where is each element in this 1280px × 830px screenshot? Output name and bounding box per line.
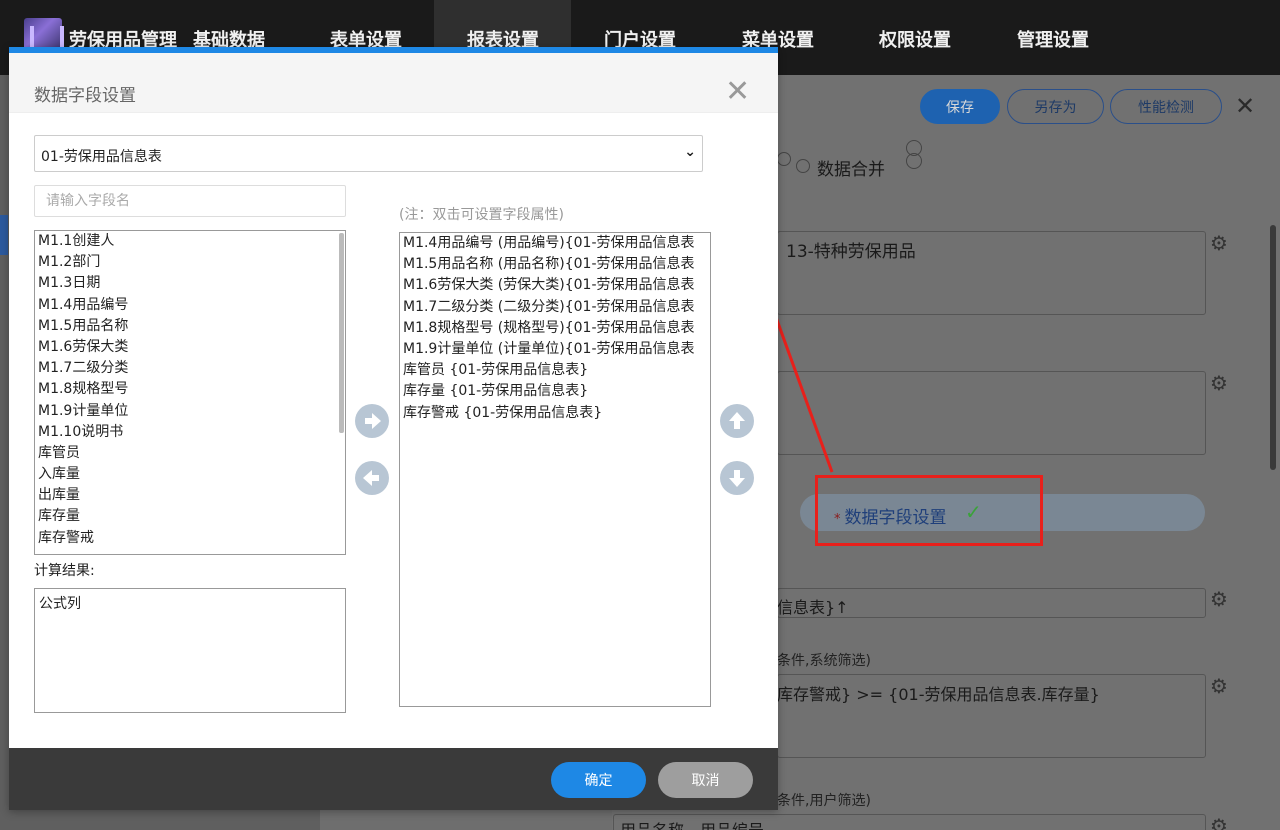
arrow-right-icon (365, 413, 381, 429)
cancel-button[interactable]: 取消 (658, 762, 753, 798)
list-item[interactable]: M1.2部门 (35, 252, 345, 273)
list-item[interactable]: 库存量 {01-劳保用品信息表} (400, 381, 710, 402)
radio-data-merge-label: 数据合并 (817, 160, 885, 180)
list-item[interactable]: M1.8规格型号 (35, 379, 345, 400)
gear-icon[interactable]: ⚙ (1210, 231, 1228, 255)
table-select-value: 01-劳保用品信息表 (41, 149, 162, 165)
calc-result-label: 计算结果: (34, 563, 95, 579)
move-down-button[interactable] (720, 461, 754, 495)
field-search-input[interactable] (34, 185, 346, 217)
move-right-button[interactable] (355, 404, 389, 438)
list-item[interactable]: M1.4用品编号 (用品编号){01-劳保用品信息表 (400, 233, 710, 254)
available-fields-items: M1.1创建人 M1.2部门 M1.3日期 M1.4用品编号 M1.5用品名称 … (35, 231, 345, 549)
list-scrollbar[interactable] (339, 233, 344, 433)
double-click-note: (注：双击可设置字段属性) (399, 207, 564, 223)
list-item[interactable]: M1.4用品编号 (35, 295, 345, 316)
chevron-down-icon: ⌄ (684, 144, 696, 160)
list-item[interactable]: M1.8规格型号 (规格型号){01-劳保用品信息表 (400, 318, 710, 339)
save-button[interactable]: 保存 (920, 89, 1000, 124)
field1-value: 13-特种劳保用品 (786, 242, 916, 262)
system-filter-label: 条件,系统筛选) (777, 653, 871, 669)
nav-item-admin-settings[interactable]: 管理设置 (1017, 26, 1089, 52)
formula-list[interactable]: 公式列 (34, 588, 346, 713)
gear-icon[interactable]: ⚙ (1210, 674, 1228, 698)
list-item[interactable]: M1.7二级分类 (35, 358, 345, 379)
dialog-header: 数据字段设置 ✕ (9, 53, 778, 113)
arrow-left-icon (363, 470, 379, 486)
arrow-up-icon (729, 412, 745, 429)
selected-fields-list[interactable]: M1.4用品编号 (用品编号){01-劳保用品信息表 M1.5用品名称 (用品名… (399, 232, 711, 707)
radio-option[interactable] (777, 152, 791, 166)
list-item[interactable]: 库存量 (35, 506, 345, 527)
gear-icon[interactable]: ⚙ (1210, 587, 1228, 611)
page-scrollbar[interactable] (1270, 225, 1276, 470)
available-fields-list[interactable]: M1.1创建人 M1.2部门 M1.3日期 M1.4用品编号 M1.5用品名称 … (34, 230, 346, 555)
list-item[interactable]: M1.5用品名称 (用品名称){01-劳保用品信息表 (400, 254, 710, 275)
list-item[interactable]: M1.9计量单位 (计量单位){01-劳保用品信息表 (400, 339, 710, 360)
user-filter-value: 用品名称，用品编号 (620, 817, 764, 830)
annotation-highlight-box (815, 475, 1043, 546)
close-icon[interactable]: ✕ (1235, 92, 1255, 120)
move-up-button[interactable] (720, 404, 754, 438)
sidebar-active-marker (0, 215, 8, 255)
data-field-settings-dialog: 数据字段设置 ✕ 01-劳保用品信息表 ⌄ (注：双击可设置字段属性) M1.1… (9, 47, 778, 810)
list-item[interactable]: M1.10说明书 (35, 422, 345, 443)
list-item[interactable]: M1.6劳保大类 (劳保大类){01-劳保用品信息表 (400, 275, 710, 296)
list-item[interactable]: 库存警戒 {01-劳保用品信息表} (400, 403, 710, 424)
list-item[interactable]: 入库量 (35, 464, 345, 485)
nav-item-permission-settings[interactable]: 权限设置 (879, 26, 951, 52)
arrow-down-icon (729, 470, 745, 487)
user-filter-label: 条件,用户筛选) (777, 793, 871, 809)
performance-check-button[interactable]: 性能检测 (1110, 89, 1222, 124)
list-item[interactable]: 公式列 (39, 593, 81, 613)
gear-icon[interactable]: ⚙ (1210, 371, 1228, 395)
system-filter-value: 库存警戒} >= {01-劳保用品信息表.库存量} (777, 685, 1100, 704)
list-item[interactable]: M1.1创建人 (35, 231, 345, 252)
close-icon[interactable]: ✕ (725, 77, 750, 107)
list-item[interactable]: M1.9计量单位 (35, 401, 345, 422)
list-item[interactable]: 库管员 {01-劳保用品信息表} (400, 360, 710, 381)
dialog-title: 数据字段设置 (34, 86, 136, 106)
field2-box[interactable] (777, 371, 1206, 455)
save-as-button[interactable]: 另存为 (1007, 89, 1104, 124)
toggle-icon-lower[interactable] (906, 153, 922, 169)
move-left-button[interactable] (355, 461, 389, 495)
list-item[interactable]: M1.7二级分类 (二级分类){01-劳保用品信息表 (400, 297, 710, 318)
dialog-footer: 确定 取消 (9, 748, 778, 810)
list-item[interactable]: M1.6劳保大类 (35, 337, 345, 358)
list-item[interactable]: M1.5用品名称 (35, 316, 345, 337)
list-item[interactable]: M1.3日期 (35, 273, 345, 294)
list-item[interactable]: 库管员 (35, 443, 345, 464)
gear-icon[interactable]: ⚙ (1210, 814, 1228, 830)
radio-data-merge[interactable] (796, 159, 810, 173)
list-item[interactable]: 出库量 (35, 485, 345, 506)
confirm-button[interactable]: 确定 (551, 762, 646, 798)
field3-value: 信息表}↑ (777, 598, 849, 617)
table-select[interactable]: 01-劳保用品信息表 ⌄ (34, 135, 703, 172)
list-item[interactable]: 库存警戒 (35, 528, 345, 549)
